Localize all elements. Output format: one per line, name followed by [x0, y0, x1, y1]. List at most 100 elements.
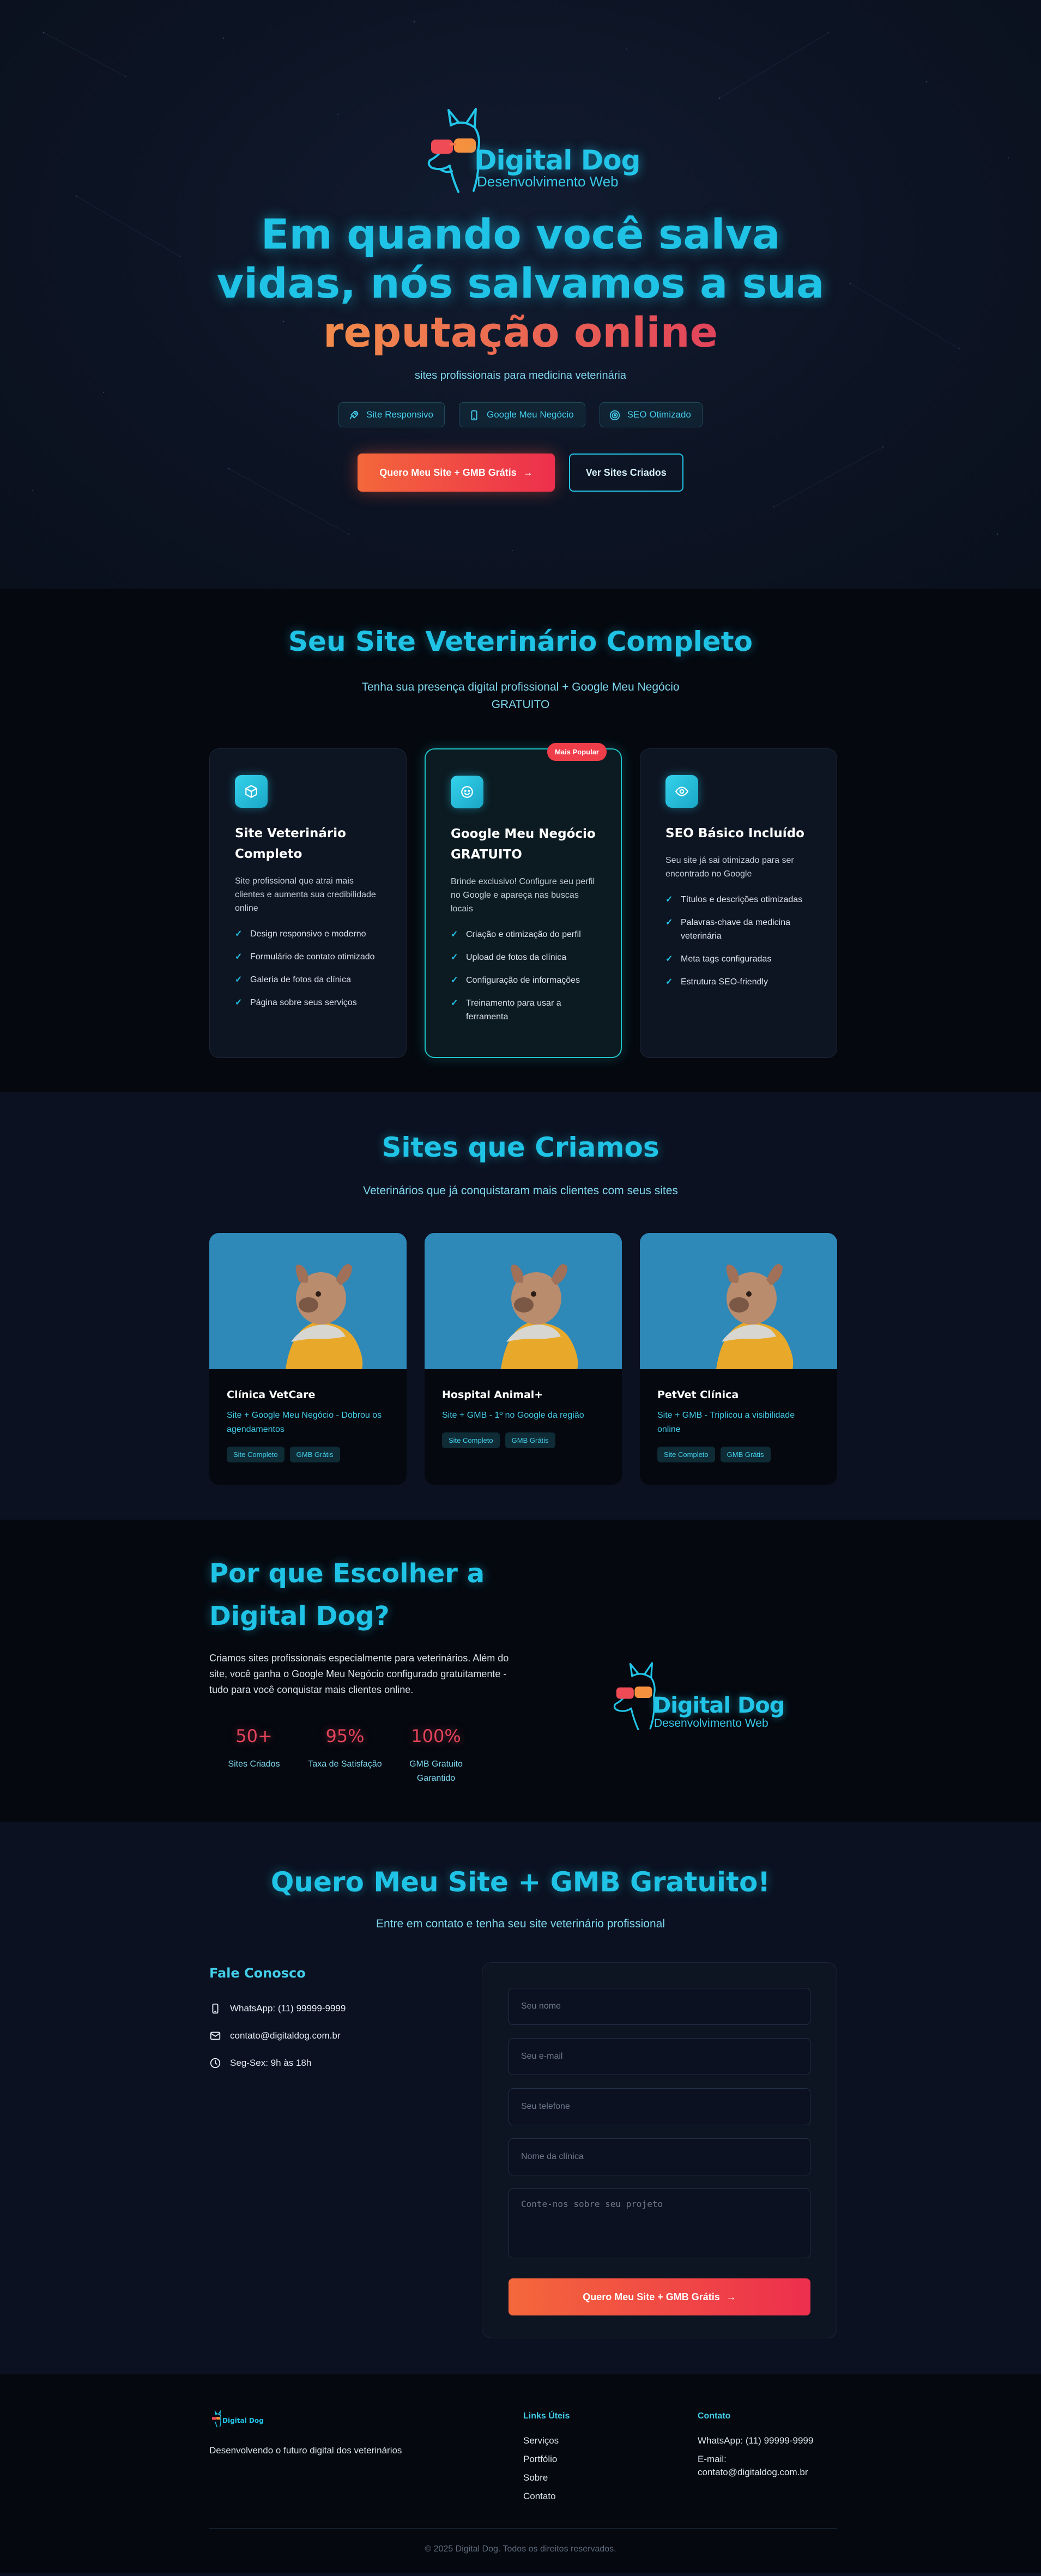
stat-gmb: 100% GMB Gratuito Garantido [391, 1726, 481, 1786]
footer-contact-title: Contato [698, 2411, 731, 2421]
pill-google-meu-negocio: Google Meu Negócio [458, 402, 585, 427]
stat-satisfaction: 95% Taxa de Satisfação [300, 1726, 390, 1786]
list-item: Formulário de contato otimizado [235, 950, 381, 964]
arrow-right-icon: → [726, 2291, 736, 2302]
dog-photo [425, 1233, 622, 1369]
footer: Digital Dog Desenvolvendo o futuro digit… [0, 2374, 1041, 2573]
why-title: Por que Escolher a Digital Dog? [209, 1558, 485, 1631]
tag: GMB Grátis [505, 1432, 555, 1448]
hero-headline-line2: vidas, nós salvamos a sua [216, 259, 825, 307]
stat-value: 50+ [235, 1726, 273, 1746]
brand-tagline: Desenvolvimento Web [654, 1717, 768, 1730]
portfolio-card[interactable]: Hospital Animal+ Site + GMB - 1º no Goog… [425, 1233, 622, 1485]
portfolio-subtitle: Veterinários que já conquistaram mais cl… [363, 1184, 678, 1197]
footer-link-servicos[interactable]: Serviços [523, 2435, 559, 2446]
dog-photo [640, 1233, 837, 1369]
service-card-desc: Site profissional que atrai mais cliente… [235, 876, 376, 913]
email-field[interactable] [509, 2038, 810, 2075]
services-section: Seu Site Veterinário Completo Tenha sua … [0, 589, 1041, 1092]
hero-cta-row: Quero Meu Site + GMB Grátis → Ver Sites … [0, 453, 1041, 492]
portfolio-title: Sites que Criamos [382, 1132, 659, 1163]
phone-icon [471, 410, 477, 421]
service-feature-list: Criação e otimização do perfil Upload de… [451, 928, 596, 1024]
service-card-seo: SEO Básico Incluído Seu site já sai otim… [640, 748, 837, 1058]
list-item: Criação e otimização do perfil [451, 928, 596, 941]
clock-icon [210, 2058, 221, 2069]
service-card-gmb: Mais Popular Google Meu Negócio GRATUITO … [425, 743, 622, 1058]
pill-site-responsivo: Site Responsivo [338, 402, 445, 427]
phone-field[interactable] [509, 2088, 810, 2125]
footer-links-title: Links Úteis [523, 2411, 570, 2421]
contact-section: Quero Meu Site + GMB Gratuito! Entre em … [0, 1822, 1041, 2374]
list-item: Estrutura SEO-friendly [665, 975, 812, 989]
portfolio-card[interactable]: PetVet Clínica Site + GMB - Triplicou a … [640, 1233, 837, 1485]
hero-headline-line1: Em quando você salva [261, 210, 780, 258]
contact-info-title: Fale Conosco [209, 1966, 306, 1981]
portfolio-section: Sites que Criamos Veterinários que já co… [0, 1092, 1041, 1520]
portfolio-name: PetVet Clínica [657, 1389, 739, 1401]
stat-sites: 50+ Sites Criados [209, 1726, 299, 1786]
contact-email[interactable]: contato@digitaldog.com.br [209, 2030, 340, 2042]
contact-whatsapp[interactable]: WhatsApp: (11) 99999-9999 [209, 2003, 346, 2015]
popular-badge: Mais Popular [547, 743, 607, 761]
footer-tagline: Desenvolvendo o futuro digital dos veter… [209, 2445, 402, 2456]
hero-section: Digital Dog Desenvolvimento Web Em quand… [0, 0, 1041, 589]
stat-value: 100% [411, 1726, 461, 1746]
hero-subtitle: sites profissionais para medicina veteri… [415, 370, 626, 382]
tag: GMB Grátis [289, 1447, 340, 1462]
why-section: Por que Escolher a Digital Dog? Criamos s… [0, 1520, 1041, 1822]
footer-link-portfolio[interactable]: Portfólio [523, 2454, 557, 2465]
list-item: Configuração de informações [451, 973, 596, 987]
phone-icon [212, 2003, 219, 2014]
footer-link-sobre[interactable]: Sobre [523, 2472, 548, 2483]
footer-email-link[interactable]: contato@digitaldog.com.br [698, 2467, 808, 2478]
name-field[interactable] [509, 1988, 810, 2025]
mail-icon [210, 2031, 221, 2040]
service-feature-list: Design responsivo e moderno Formulário d… [235, 927, 381, 1009]
service-card-desc: Brinde exclusivo! Configure seu perfil n… [451, 877, 595, 914]
list-item: Galeria de fotos da clínica [235, 973, 381, 987]
portfolio-name: Clínica VetCare [227, 1389, 316, 1401]
list-item: Upload de fotos da clínica [451, 951, 596, 964]
hero-logo[interactable]: Digital Dog Desenvolvimento Web [417, 104, 640, 202]
feature-pills: Site Responsivo Google Meu Negócio SEO O… [0, 402, 1041, 427]
hero-primary-cta-button[interactable]: Quero Meu Site + GMB Grátis → [358, 453, 555, 492]
footer-logo[interactable]: Digital Dog [209, 2409, 269, 2433]
list-item: Design responsivo e moderno [235, 927, 381, 941]
tag: GMB Grátis [720, 1447, 771, 1462]
copyright: © 2025 Digital Dog. Todos os direitos re… [425, 2544, 616, 2554]
smile-icon [451, 776, 483, 808]
clinic-field[interactable] [509, 2138, 810, 2175]
portfolio-desc: Site + GMB - Triplicou a visibilidade on… [657, 1411, 795, 1434]
brand-name: Digital Dog [474, 144, 640, 176]
stat-label: Taxa de Satisfação [308, 1759, 382, 1769]
message-field[interactable] [509, 2188, 810, 2258]
tag: Site Completo [657, 1447, 715, 1462]
brand-name: Digital Dog [653, 1693, 785, 1718]
portfolio-tags: Site Completo GMB Grátis [442, 1432, 604, 1448]
submit-button[interactable]: Quero Meu Site + GMB Grátis → [509, 2278, 810, 2315]
why-logo: Digital Dog Desenvolvimento Web [605, 1657, 785, 1739]
footer-link-contato[interactable]: Contato [523, 2491, 556, 2502]
list-item: Página sobre seus serviços [235, 996, 381, 1009]
contact-title: Quero Meu Site + GMB Gratuito! [270, 1866, 771, 1898]
footer-divider [209, 2528, 837, 2529]
brand-tagline: Desenvolvimento Web [477, 173, 619, 190]
services-subtitle: Tenha sua presença digital profissional … [361, 681, 680, 711]
contact-hours: Seg-Sex: 9h às 18h [209, 2057, 311, 2069]
service-card-title: SEO Básico Incluído [665, 826, 804, 840]
contact-form: Quero Meu Site + GMB Grátis → [482, 1962, 837, 2338]
portfolio-grid: Clínica VetCare Site + Google Meu Negóci… [209, 1233, 837, 1485]
hero-headline-highlight: reputação online [323, 308, 718, 356]
hero-secondary-cta-button[interactable]: Ver Sites Criados [568, 453, 683, 492]
portfolio-card[interactable]: Clínica VetCare Site + Google Meu Negóci… [209, 1233, 407, 1485]
service-card-site: Site Veterinário Completo Site profission… [209, 748, 407, 1058]
pill-seo-otimizado: SEO Otimizado [599, 402, 703, 427]
tag: Site Completo [442, 1432, 500, 1448]
stat-label: GMB Gratuito Garantido [409, 1759, 463, 1783]
stats-row: 50+ Sites Criados 95% Taxa de Satisfação… [209, 1726, 482, 1786]
list-item: Palavras-chave da medicina veterinária [665, 916, 812, 943]
portfolio-tags: Site Completo GMB Grátis [657, 1447, 820, 1462]
list-item: Meta tags configuradas [665, 952, 812, 966]
portfolio-desc: Site + Google Meu Negócio - Dobrou os ag… [227, 1411, 382, 1434]
